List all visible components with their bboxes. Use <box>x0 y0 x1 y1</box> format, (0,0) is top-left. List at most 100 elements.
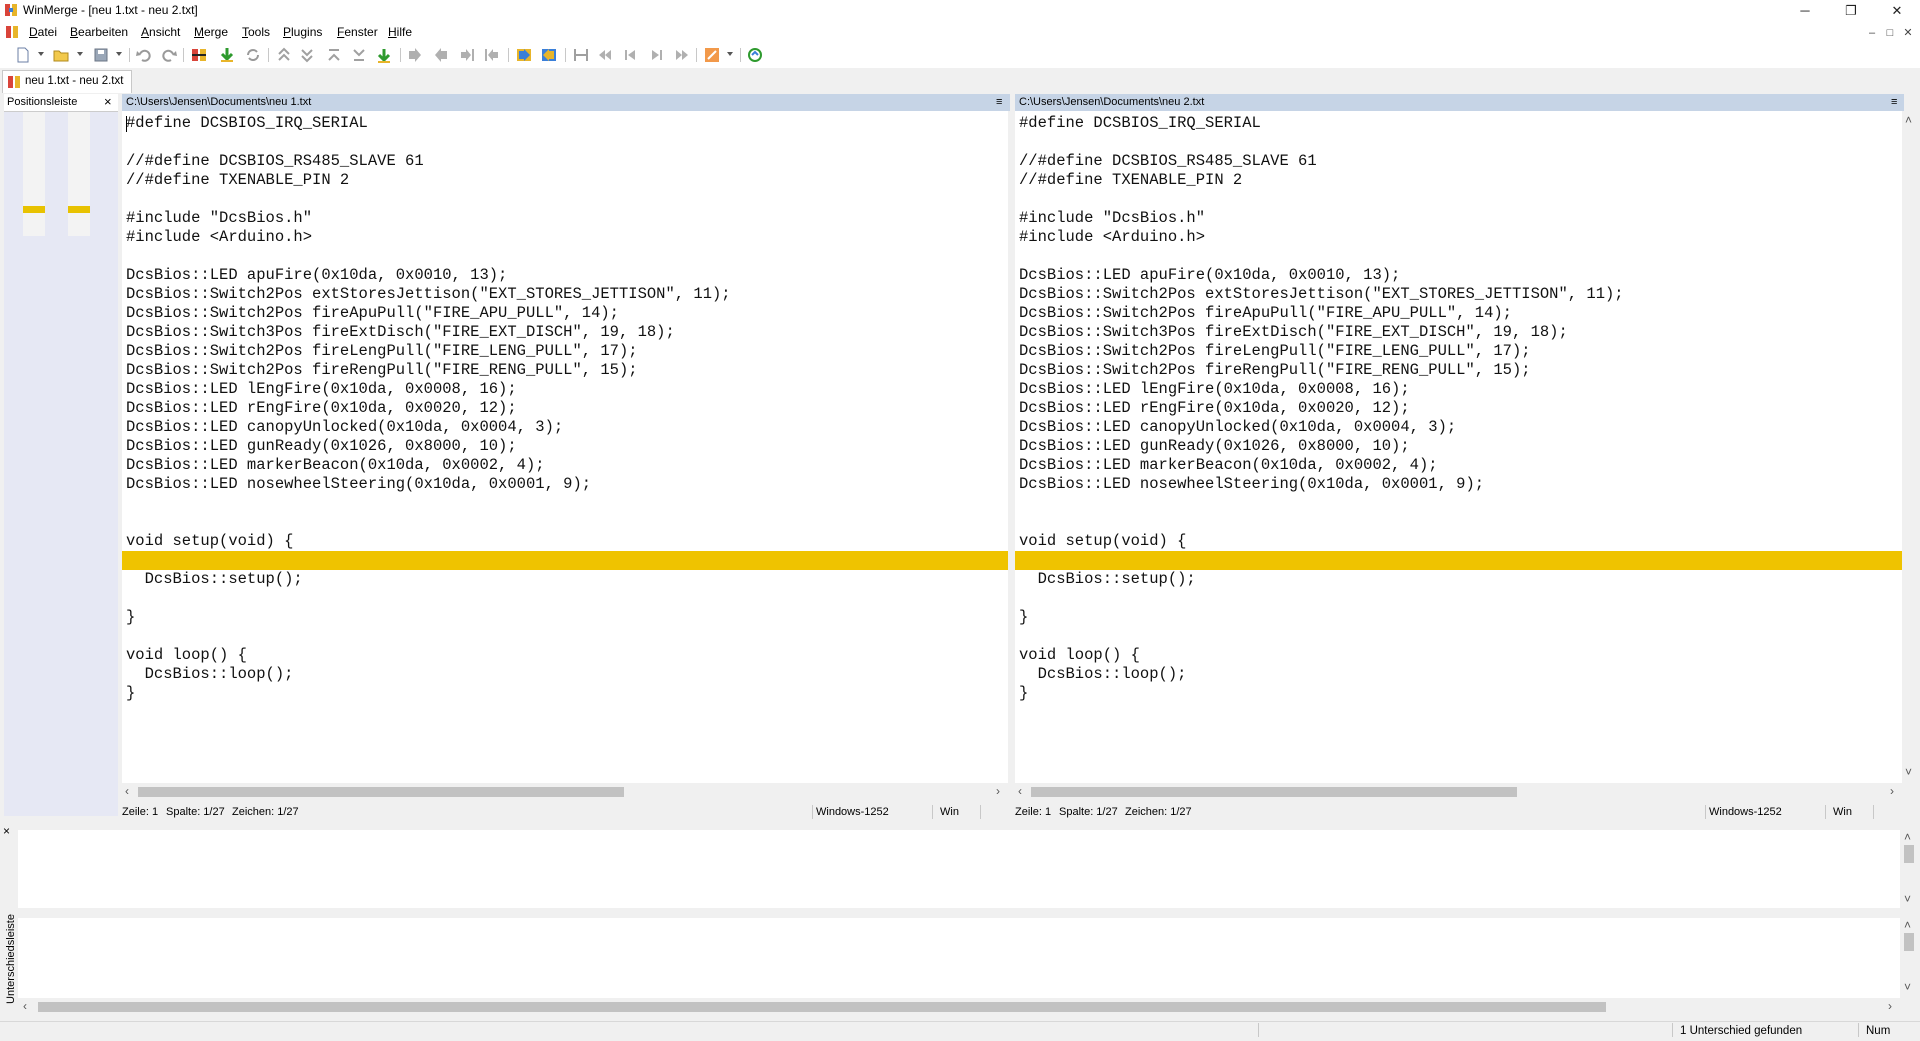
code-line[interactable] <box>122 247 126 266</box>
scroll-left-icon[interactable]: ‹ <box>1018 784 1022 798</box>
diff-highlight-line[interactable] <box>1015 551 1902 570</box>
copy-left-advance-icon[interactable] <box>483 46 501 64</box>
code-line[interactable]: DcsBios::Switch2Pos fireRengPull("FIRE_R… <box>1015 361 1531 380</box>
code-line[interactable]: DcsBios::Switch2Pos fireLengPull("FIRE_L… <box>1015 342 1531 361</box>
code-line[interactable]: //#define TXENABLE_PIN 2 <box>122 171 349 190</box>
new-dropdown-icon[interactable] <box>38 52 44 56</box>
undo-icon[interactable] <box>135 46 153 64</box>
code-line[interactable]: DcsBios::LED nosewheelSteering(0x10da, 0… <box>122 475 591 494</box>
code-line[interactable]: DcsBios::Switch3Pos fireExtDisch("FIRE_E… <box>122 323 675 342</box>
location-bar-right[interactable] <box>68 112 90 236</box>
refresh-icon[interactable] <box>244 46 262 64</box>
mdi-restore-button[interactable]: □ <box>1882 26 1898 40</box>
code-line[interactable] <box>122 513 126 532</box>
code-line[interactable]: DcsBios::LED apuFire(0x10da, 0x0010, 13)… <box>122 266 507 285</box>
code-line[interactable]: DcsBios::setup(); <box>122 570 303 589</box>
scroll-thumb[interactable] <box>1904 845 1914 863</box>
code-line[interactable] <box>122 551 126 570</box>
code-line[interactable]: void loop() { <box>1015 646 1140 665</box>
code-line[interactable]: DcsBios::Switch2Pos fireRengPull("FIRE_R… <box>122 361 638 380</box>
code-line[interactable]: void loop() { <box>122 646 247 665</box>
code-line[interactable]: DcsBios::LED lEngFire(0x10da, 0x0008, 16… <box>122 380 517 399</box>
code-line[interactable]: DcsBios::Switch2Pos fireLengPull("FIRE_L… <box>122 342 638 361</box>
menu-plugins[interactable]: Plugins <box>283 25 322 39</box>
open-dropdown-icon[interactable] <box>77 52 83 56</box>
left-editor[interactable]: #define DCSBIOS_IRQ_SERIAL //#define DCSB… <box>122 111 1008 783</box>
code-line[interactable]: DcsBios::LED lEngFire(0x10da, 0x0008, 16… <box>1015 380 1410 399</box>
location-diff-marker[interactable] <box>68 206 90 213</box>
code-line[interactable]: DcsBios::loop(); <box>1015 665 1187 684</box>
code-line[interactable] <box>1015 513 1019 532</box>
code-line[interactable] <box>122 589 126 608</box>
save-icon[interactable] <box>92 46 110 64</box>
scroll-left-icon[interactable]: ‹ <box>23 999 27 1013</box>
prev-page-icon[interactable] <box>622 46 640 64</box>
last-page-icon[interactable] <box>672 46 690 64</box>
code-line[interactable]: #include "DcsBios.h" <box>1015 209 1205 228</box>
code-line[interactable] <box>1015 627 1019 646</box>
code-line[interactable]: DcsBios::LED nosewheelSteering(0x10da, 0… <box>1015 475 1484 494</box>
code-line[interactable]: DcsBios::LED rEngFire(0x10da, 0x0020, 12… <box>1015 399 1410 418</box>
first-diff-icon[interactable] <box>325 46 343 64</box>
location-diff-marker[interactable] <box>23 206 45 213</box>
first-page-icon[interactable] <box>597 46 615 64</box>
diff-detail-left[interactable] <box>18 830 1900 908</box>
code-line[interactable] <box>1015 190 1019 209</box>
code-line[interactable]: DcsBios::LED apuFire(0x10da, 0x0010, 13)… <box>1015 266 1400 285</box>
left-horizontal-scrollbar[interactable]: ‹ › <box>122 783 1008 800</box>
code-line[interactable]: #define DCSBIOS_IRQ_SERIAL <box>1015 114 1261 133</box>
code-line[interactable]: //#define TXENABLE_PIN 2 <box>1015 171 1242 190</box>
code-line[interactable]: DcsBios::LED rEngFire(0x10da, 0x0020, 12… <box>122 399 517 418</box>
options-dropdown-icon[interactable] <box>727 52 733 56</box>
minimize-button[interactable]: ─ <box>1782 0 1828 22</box>
menu-bearbeiten[interactable]: Bearbeiten <box>70 25 128 39</box>
restore-button[interactable]: ❐ <box>1828 0 1874 22</box>
code-line[interactable]: DcsBios::Switch2Pos extStoresJettison("E… <box>122 285 731 304</box>
scroll-thumb[interactable] <box>1031 787 1517 797</box>
options-icon[interactable] <box>703 46 721 64</box>
scroll-left-icon[interactable]: ‹ <box>125 784 129 798</box>
document-icon[interactable] <box>5 25 19 39</box>
all-right-icon[interactable] <box>515 46 533 64</box>
code-line[interactable] <box>122 133 126 152</box>
code-line[interactable]: } <box>122 608 135 627</box>
code-line[interactable] <box>1015 133 1019 152</box>
code-line[interactable] <box>1015 247 1019 266</box>
redo-icon[interactable] <box>160 46 178 64</box>
code-line[interactable]: DcsBios::loop(); <box>122 665 294 684</box>
diff-highlight-line[interactable] <box>122 551 1008 570</box>
code-line[interactable]: #include "DcsBios.h" <box>122 209 312 228</box>
code-line[interactable]: DcsBios::LED canopyUnlocked(0x10da, 0x00… <box>1015 418 1456 437</box>
code-line[interactable] <box>1015 494 1019 513</box>
code-line[interactable] <box>122 190 126 209</box>
code-line[interactable] <box>1015 589 1019 608</box>
menu-fenster[interactable]: Fenster <box>337 25 378 39</box>
code-line[interactable]: void setup(void) { <box>122 532 293 551</box>
code-line[interactable]: DcsBios::LED canopyUnlocked(0x10da, 0x00… <box>122 418 563 437</box>
location-pane[interactable] <box>4 94 118 816</box>
code-line[interactable]: #include <Arduino.h> <box>122 228 312 247</box>
code-line[interactable]: DcsBios::Switch3Pos fireExtDisch("FIRE_E… <box>1015 323 1568 342</box>
menu-tools[interactable]: Tools <box>242 25 270 39</box>
code-line[interactable]: //#define DCSBIOS_RS485_SLAVE 61 <box>1015 152 1317 171</box>
code-line[interactable] <box>1015 551 1019 570</box>
scroll-right-icon[interactable]: › <box>996 784 1000 798</box>
rescan-icon[interactable] <box>746 46 764 64</box>
menu-merge[interactable]: Merge <box>194 25 228 39</box>
document-tab[interactable]: neu 1.txt - neu 2.txt <box>2 70 132 93</box>
copy-right-advance-icon[interactable] <box>458 46 476 64</box>
next-conflict-icon[interactable] <box>298 46 316 64</box>
code-line[interactable]: } <box>122 684 135 703</box>
code-line[interactable]: DcsBios::LED markerBeacon(0x10da, 0x0002… <box>1015 456 1438 475</box>
menu-datei[interactable]: Datei <box>29 25 57 39</box>
copy-right-icon[interactable] <box>406 46 424 64</box>
left-pane-menu-icon[interactable]: ≡ <box>996 96 1002 108</box>
code-line[interactable]: DcsBios::LED markerBeacon(0x10da, 0x0002… <box>122 456 545 475</box>
diff-horizontal-scrollbar[interactable]: ‹ › <box>18 998 1900 1015</box>
code-line[interactable]: DcsBios::LED gunReady(0x1026, 0x8000, 10… <box>122 437 517 456</box>
mdi-minimize-button[interactable]: – <box>1864 26 1880 40</box>
diff-pane-close-icon[interactable]: × <box>3 824 10 838</box>
scroll-up-icon[interactable]: ˄ <box>1905 113 1912 127</box>
code-line[interactable]: DcsBios::Switch2Pos fireApuPull("FIRE_AP… <box>1015 304 1512 323</box>
code-line[interactable]: DcsBios::Switch2Pos fireApuPull("FIRE_AP… <box>122 304 619 323</box>
